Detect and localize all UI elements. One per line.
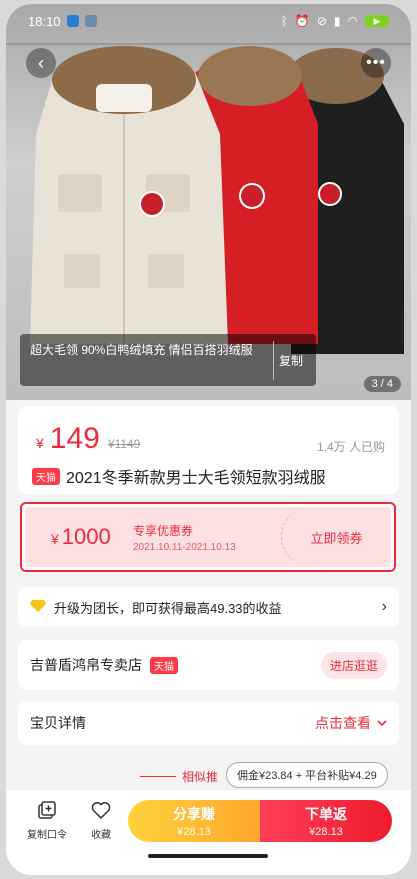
coupon-info: 专享优惠券 2021.10.11-2021.10.13 (133, 522, 281, 553)
back-button[interactable]: ‹ (26, 48, 56, 78)
tmall-badge: 天猫 (32, 467, 60, 485)
coupon-amount: ¥ 1000 (25, 524, 133, 550)
battery-icon: ▶ (365, 15, 389, 27)
order-amount: ¥28.13 (309, 826, 343, 838)
product-details-row[interactable]: 宝贝详情 点击查看 (18, 701, 399, 745)
app-notification-icon (66, 15, 79, 27)
caption-text: 超大毛领 90%白鸭绒填充 情侣百搭羽绒服 (30, 341, 274, 380)
similar-label: 相似推 (182, 770, 219, 784)
enter-store-button[interactable]: 进店逛逛 (320, 651, 387, 679)
more-button[interactable]: ••• (361, 48, 391, 78)
share-amount: ¥28.13 (177, 826, 211, 838)
heart-icon (76, 798, 126, 822)
copy-code-icon (22, 798, 72, 822)
price-card: ¥ 149 ¥1149 1.4万 人已购 天猫 2021冬季新款男士大毛领短款羽… (18, 406, 399, 494)
chevron-down-icon (377, 720, 387, 727)
bottom-action-bar: 复制口令 收藏 分享赚 ¥28.13 下单返 ¥28.13 (6, 789, 411, 875)
product-title-row: 天猫 2021冬季新款男士大毛领短款羽绒服 (32, 464, 326, 488)
similar-products-heading: 相似推 (140, 768, 218, 785)
share-earn-button[interactable]: 分享赚 ¥28.13 (128, 800, 260, 842)
chevron-right-icon: › (381, 598, 387, 615)
coupon-date-range: 2021.10.11-2021.10.13 (133, 541, 236, 553)
coupon-value: 1000 (61, 524, 111, 549)
upgrade-text: 升级为团长，即可获得最高49.33的收益 (54, 600, 282, 616)
coupon-name: 专享优惠券 (133, 523, 194, 538)
coupon-currency: ¥ (51, 531, 59, 547)
upgrade-row[interactable]: 升级为团长，即可获得最高49.33的收益 › (18, 587, 399, 627)
store-row: 吉普盾鸿帛专卖店 天猫 进店逛逛 (18, 640, 399, 690)
silent-icon: ⊘ (316, 14, 327, 28)
alarm-icon: ⏰ (294, 14, 310, 28)
phone-screen: ‹ ••• 超大毛领 90%白鸭绒填充 情侣百搭羽绒服 复制 3 / 4 18:… (6, 4, 411, 875)
price-currency: ¥ (36, 435, 44, 451)
order-label: 下单返 (305, 806, 347, 822)
tmall-badge: 天猫 (150, 656, 178, 674)
product-image-gallery[interactable]: ‹ ••• 超大毛领 90%白鸭绒填充 情侣百搭羽绒服 复制 3 / 4 (6, 4, 411, 400)
favorite-button[interactable]: 收藏 (76, 798, 126, 841)
current-price: 149 (49, 422, 100, 455)
bluetooth-icon: ᛒ (280, 14, 288, 28)
price-row: ¥ 149 ¥1149 (36, 422, 140, 456)
copy-code-label: 复制口令 (27, 830, 67, 841)
image-pager: 3 / 4 (363, 376, 401, 392)
favorite-label: 收藏 (91, 830, 111, 841)
share-label: 分享赚 (173, 806, 215, 822)
view-details-link[interactable]: 点击查看 (315, 713, 387, 733)
product-title: 2021冬季新款男士大毛领短款羽绒服 (66, 470, 326, 487)
more-dots-icon: ••• (366, 54, 386, 71)
chevron-left-icon: ‹ (38, 52, 44, 73)
wifi-icon: ◠ (347, 14, 358, 28)
divider-line (140, 776, 176, 777)
coupon-card[interactable]: ¥ 1000 专享优惠券 2021.10.11-2021.10.13 立即领券 (25, 507, 391, 567)
home-indicator[interactable] (148, 854, 268, 858)
details-label: 宝贝详情 (30, 715, 86, 731)
copy-code-button[interactable]: 复制口令 (22, 798, 72, 841)
original-price: ¥1149 (107, 437, 141, 451)
copy-caption-button[interactable]: 复制 (274, 341, 308, 380)
claim-coupon-button[interactable]: 立即领券 (281, 507, 391, 567)
sold-count: 1.4万 人已购 (316, 440, 385, 454)
image-caption: 超大毛领 90%白鸭绒填充 情侣百搭羽绒服 复制 (20, 334, 316, 386)
view-details-label: 点击查看 (315, 715, 371, 731)
signal-icon: ▮ (333, 14, 341, 28)
store-name: 吉普盾鸿帛专卖店 (30, 657, 142, 673)
diamond-icon (30, 599, 46, 616)
order-rebate-button[interactable]: 下单返 ¥28.13 (260, 800, 392, 842)
coupon-highlight: ¥ 1000 专享优惠券 2021.10.11-2021.10.13 立即领券 (20, 502, 396, 572)
status-time: 18:10 (28, 13, 61, 29)
status-bar: 18:10 ᛒ ⏰ ⊘ ▮ ◠ ▶ (6, 4, 411, 38)
commission-tooltip: 佣金¥23.84 + 平台补贴¥4.29 (226, 762, 388, 788)
app-notification-icon (84, 15, 97, 27)
